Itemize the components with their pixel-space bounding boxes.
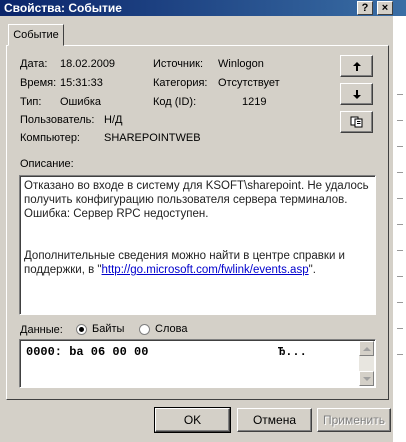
arrow-down-icon bbox=[352, 89, 361, 99]
previous-event-button[interactable] bbox=[340, 55, 373, 77]
help-link[interactable]: http://go.microsoft.com/fwlink/events.as… bbox=[102, 264, 309, 276]
hex-line: 0000: ba 06 00 00 bbox=[26, 345, 149, 359]
computer-value: SHAREPOINTWEB bbox=[104, 132, 201, 144]
next-event-button[interactable] bbox=[340, 83, 373, 105]
copy-icon bbox=[350, 116, 362, 128]
source-value: Winlogon bbox=[218, 58, 264, 70]
apply-button[interactable]: Применить bbox=[317, 408, 391, 432]
category-value: Отсутствует bbox=[218, 77, 280, 89]
user-value: Н/Д bbox=[104, 114, 123, 126]
copy-button[interactable] bbox=[340, 111, 373, 133]
scroll-up-button[interactable] bbox=[359, 341, 374, 356]
cancel-button[interactable]: Отмена bbox=[237, 408, 312, 432]
time-label: Время: bbox=[20, 77, 57, 89]
computer-label: Компьютер: bbox=[20, 132, 80, 144]
bytes-radio-label[interactable]: Байты bbox=[92, 323, 124, 335]
category-label: Категория: bbox=[153, 77, 208, 89]
date-label: Дата: bbox=[20, 58, 48, 70]
window-title: Свойства: Событие bbox=[4, 1, 122, 15]
background-window-edge bbox=[393, 16, 406, 442]
help-button[interactable]: ? bbox=[357, 1, 373, 15]
date-value: 18.02.2009 bbox=[60, 58, 116, 70]
hex-ascii: Ђ... bbox=[278, 345, 307, 359]
type-value: Ошибка bbox=[60, 96, 101, 108]
help-icon: ? bbox=[361, 2, 369, 14]
data-hex-view[interactable]: 0000: ba 06 00 00 Ђ... bbox=[19, 339, 376, 388]
event-id-value: 1219 bbox=[242, 96, 267, 108]
scroll-down-button[interactable] bbox=[359, 371, 374, 386]
user-label: Пользователь: bbox=[20, 114, 95, 126]
ok-button[interactable]: OK bbox=[154, 407, 231, 433]
close-button[interactable]: × bbox=[377, 1, 393, 15]
close-icon: × bbox=[381, 2, 389, 14]
words-radio-label[interactable]: Слова bbox=[155, 323, 187, 335]
data-label: Данные: bbox=[20, 324, 63, 336]
description-paragraph: Отказано во входе в систему для KSOFT\sh… bbox=[24, 180, 369, 220]
bytes-radio[interactable] bbox=[76, 324, 87, 335]
title-bar: Свойства: Событие ? × bbox=[0, 0, 406, 16]
type-label: Тип: bbox=[20, 96, 42, 108]
source-label: Источник: bbox=[153, 58, 204, 70]
time-value: 15:31:33 bbox=[60, 77, 103, 89]
words-radio[interactable] bbox=[139, 324, 150, 335]
tab-event-label: Событие bbox=[13, 29, 59, 41]
tab-event[interactable]: Событие bbox=[8, 24, 64, 46]
description-help-paragraph: Дополнительные сведения можно найти в це… bbox=[24, 250, 345, 276]
arrow-up-icon bbox=[352, 61, 361, 71]
description-label: Описание: bbox=[20, 158, 74, 170]
data-scrollbar[interactable] bbox=[359, 341, 374, 386]
description-text[interactable]: Отказано во входе в систему для KSOFT\sh… bbox=[19, 175, 376, 315]
event-id-label: Код (ID): bbox=[153, 96, 197, 108]
